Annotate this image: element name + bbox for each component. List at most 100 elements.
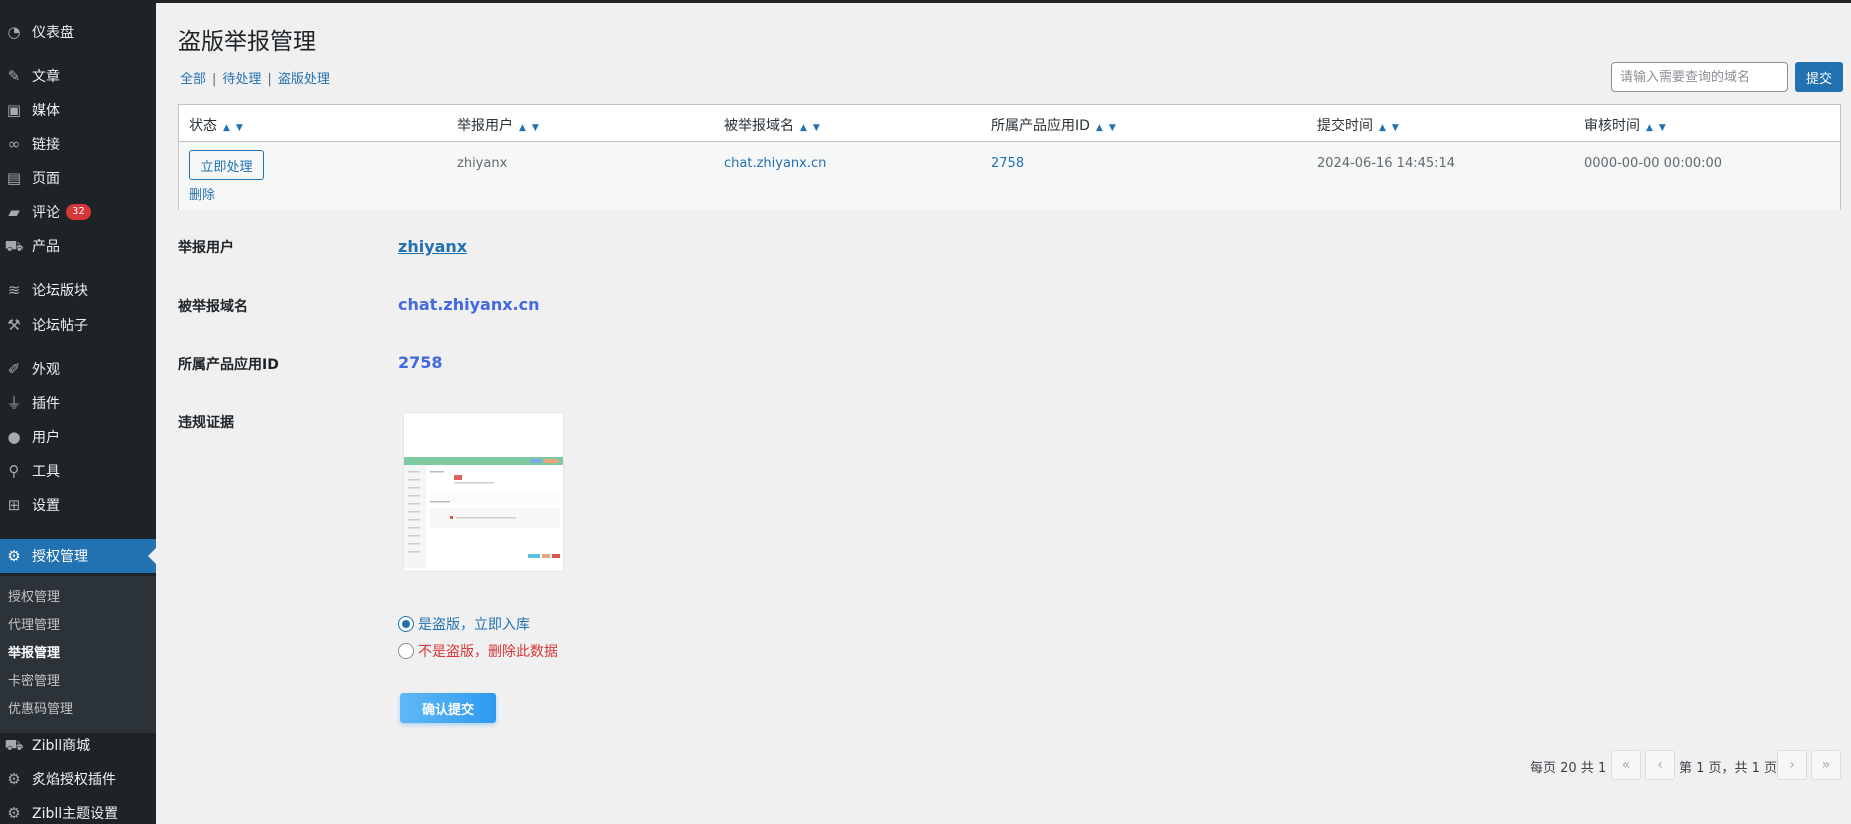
- sidebar-item-label: 媒体: [32, 103, 60, 119]
- search-submit-button[interactable]: 提交: [1795, 62, 1843, 92]
- forum-icon: ≋: [7, 280, 21, 299]
- reporter-label: 举报用户: [178, 240, 234, 256]
- sort-desc-icon[interactable]: ▼: [532, 123, 539, 133]
- sidebar-item-license-management[interactable]: ⚙ 授权管理: [0, 539, 156, 573]
- column-header-submit-time[interactable]: 提交时间 ▲ ▼: [1317, 115, 1399, 135]
- pin-icon: ✎: [7, 66, 21, 85]
- sidebar-item-forums[interactable]: ≋ 论坛版块: [0, 273, 156, 307]
- sidebar-item-products[interactable]: ⛟ 产品: [0, 229, 156, 263]
- dashboard-icon: ◔: [7, 22, 21, 41]
- license-submenu: 授权管理 代理管理 举报管理 卡密管理 优惠码管理: [0, 576, 156, 733]
- sidebar-item-media[interactable]: ▣ 媒体: [0, 93, 156, 127]
- sort-asc-icon[interactable]: ▲: [519, 123, 526, 133]
- sort-desc-icon[interactable]: ▼: [813, 123, 820, 133]
- submenu-item-card[interactable]: 卡密管理: [8, 670, 60, 689]
- sort-asc-icon[interactable]: ▲: [1379, 123, 1386, 133]
- option-not-pirated[interactable]: 不是盗版，删除此数据: [398, 641, 558, 661]
- sidebar-item-forum-posts[interactable]: ⚒ 论坛帖子: [0, 308, 156, 342]
- column-header-user[interactable]: 举报用户 ▲ ▼: [457, 115, 539, 135]
- cell-user: zhiyanx: [457, 156, 508, 171]
- sidebar-item-flame-plugin[interactable]: ⚙ 炙焰授权插件: [0, 762, 156, 796]
- filter-separator: |: [212, 72, 217, 87]
- column-label: 被举报域名: [724, 118, 794, 134]
- admin-top-bar: [0, 0, 1851, 3]
- sidebar-item-zibll-theme[interactable]: ⚙ Zibll主题设置: [0, 796, 156, 824]
- submenu-item-report[interactable]: 举报管理: [8, 642, 60, 661]
- sidebar-item-posts[interactable]: ✎ 文章: [0, 59, 156, 93]
- submenu-item-agent[interactable]: 代理管理: [8, 614, 60, 633]
- column-header-app-id[interactable]: 所属产品应用ID ▲ ▼: [991, 115, 1116, 135]
- sort-asc-icon[interactable]: ▲: [1096, 123, 1103, 133]
- column-label: 提交时间: [1317, 118, 1373, 134]
- confirm-submit-button[interactable]: 确认提交: [400, 693, 496, 723]
- sidebar-item-label: 评论: [32, 205, 60, 221]
- delete-link[interactable]: 删除: [189, 184, 215, 203]
- comment-icon: ▰: [8, 202, 20, 221]
- sidebar-item-label: 产品: [32, 239, 60, 255]
- pagination-count: 每页 20 共 1: [1530, 761, 1607, 776]
- sidebar-item-tools[interactable]: ⚲ 工具: [0, 454, 156, 488]
- sidebar-item-settings[interactable]: ⊞ 设置: [0, 488, 156, 522]
- sidebar-item-label: 链接: [32, 137, 60, 153]
- domain-value: chat.zhiyanx.cn: [398, 295, 540, 314]
- first-page-button[interactable]: «: [1611, 750, 1641, 780]
- sidebar-item-zibll-shop[interactable]: ⛟ Zibll商城: [0, 728, 156, 762]
- app-id-label: 所属产品应用ID: [178, 357, 279, 373]
- table-header: 状态 ▲ ▼ 举报用户 ▲ ▼ 被举报域名 ▲ ▼ 所属产品应用ID ▲ ▼ 提交时间 ▲ ▼ 审核…: [179, 105, 1840, 142]
- sidebar-item-dashboard[interactable]: ◔ 仪表盘: [0, 15, 156, 49]
- submenu-item-coupon[interactable]: 优惠码管理: [8, 698, 73, 717]
- column-header-review-time[interactable]: 审核时间 ▲ ▼: [1584, 115, 1666, 135]
- table-row: 立即处理 删除 zhiyanx chat.zhiyanx.cn 2758 202…: [179, 142, 1840, 210]
- last-page-button[interactable]: »: [1811, 750, 1841, 780]
- column-label: 所属产品应用ID: [991, 118, 1090, 134]
- option-is-pirated[interactable]: 是盗版，立即入库: [398, 614, 530, 634]
- process-now-button[interactable]: 立即处理: [189, 150, 264, 180]
- sort-asc-icon[interactable]: ▲: [800, 123, 807, 133]
- sort-desc-icon[interactable]: ▼: [236, 123, 243, 133]
- submenu-item-license[interactable]: 授权管理: [8, 586, 60, 605]
- domain-search-input[interactable]: [1611, 62, 1788, 92]
- gear-icon: ⚙: [7, 803, 21, 822]
- settings-icon: ⊞: [7, 495, 21, 514]
- radio-unchecked-icon[interactable]: [398, 643, 414, 659]
- comment-count-badge: 32: [66, 204, 91, 220]
- reporter-value[interactable]: zhiyanx: [398, 237, 467, 256]
- filter-pending[interactable]: 待处理: [222, 72, 261, 87]
- report-table: 状态 ▲ ▼ 举报用户 ▲ ▼ 被举报域名 ▲ ▼ 所属产品应用ID ▲ ▼ 提交时间 ▲ ▼ 审核…: [178, 104, 1841, 210]
- next-page-button[interactable]: ›: [1777, 750, 1807, 780]
- sidebar-item-appearance[interactable]: ✐ 外观: [0, 352, 156, 386]
- cell-app-id[interactable]: 2758: [991, 156, 1024, 171]
- filter-processed[interactable]: 盗版处理: [278, 72, 330, 87]
- column-header-domain[interactable]: 被举报域名 ▲ ▼: [724, 115, 820, 135]
- sidebar-item-comments[interactable]: ▰ 评论 32: [0, 195, 156, 229]
- pagination-info: 第 1 页，共 1 页: [1679, 761, 1778, 776]
- filter-all[interactable]: 全部: [180, 72, 206, 87]
- cart-icon: ⛟: [4, 236, 24, 255]
- sort-asc-icon[interactable]: ▲: [223, 123, 230, 133]
- sidebar-item-label: 炙焰授权插件: [32, 772, 116, 788]
- column-header-status[interactable]: 状态 ▲ ▼: [189, 115, 243, 135]
- wrench-icon: ⚲: [8, 461, 20, 480]
- cell-domain[interactable]: chat.zhiyanx.cn: [724, 156, 826, 171]
- prev-page-button[interactable]: ‹: [1645, 750, 1675, 780]
- page-icon: ▤: [6, 168, 22, 187]
- sidebar-item-pages[interactable]: ▤ 页面: [0, 161, 156, 195]
- sidebar-item-label: 仪表盘: [32, 25, 74, 41]
- sidebar-item-label: Zibll商城: [32, 738, 91, 754]
- sidebar-item-links[interactable]: ∞ 链接: [0, 127, 156, 161]
- sidebar-item-label: Zibll主题设置: [32, 806, 119, 822]
- sort-asc-icon[interactable]: ▲: [1646, 123, 1653, 133]
- evidence-thumbnail[interactable]: [403, 412, 564, 572]
- sort-desc-icon[interactable]: ▼: [1109, 123, 1116, 133]
- sidebar-item-plugins[interactable]: ⏚ 插件: [0, 386, 156, 420]
- link-icon: ∞: [7, 134, 21, 153]
- cell-submit-time: 2024-06-16 14:45:14: [1317, 156, 1456, 171]
- sidebar-item-label: 页面: [32, 171, 60, 187]
- sort-desc-icon[interactable]: ▼: [1392, 123, 1399, 133]
- sidebar-item-label: 工具: [32, 464, 60, 480]
- sort-desc-icon[interactable]: ▼: [1659, 123, 1666, 133]
- sidebar-item-label: 设置: [32, 498, 60, 514]
- sidebar-item-users[interactable]: ● 用户: [0, 420, 156, 454]
- media-icon: ▣: [6, 100, 22, 119]
- radio-checked-icon[interactable]: [398, 616, 414, 632]
